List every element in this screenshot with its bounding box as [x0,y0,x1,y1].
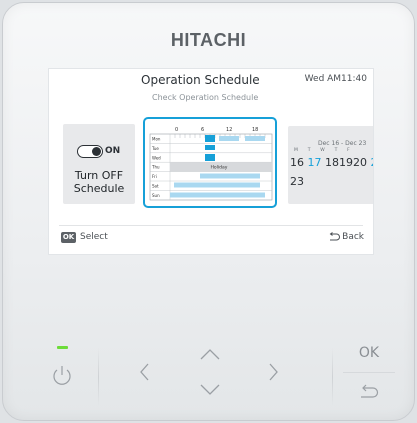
up-arrow-button[interactable] [197,343,223,365]
hour-label: 0 [175,127,178,133]
back-hint-label: Back [342,232,364,242]
button-divider-right [332,348,333,406]
turn-off-schedule-line2: Schedule [73,182,125,195]
day-label: Thu [151,165,160,170]
day-label: Sat [152,184,159,189]
chevron-down-icon [200,384,220,395]
hour-label: 18 [252,127,258,133]
schedule-block-mon-2 [245,136,265,141]
return-icon [361,384,379,398]
calendar-date: 23 [290,175,304,188]
power-button[interactable] [47,360,77,390]
schedule-block-tue [205,145,215,150]
ok-badge: OK [61,232,76,243]
select-hint-label: Select [80,232,108,242]
remote-controller: HITACHI Operation Schedule Check Operati… [2,2,415,421]
calendar-date: 19 [339,156,353,169]
schedule-block-sat [174,182,260,188]
lcd-screen: Operation Schedule Check Operation Sched… [49,69,373,254]
ok-button-label: OK [358,345,380,361]
back-arrow-icon [329,232,341,241]
schedule-block-mon-1 [219,136,239,141]
schedule-block-mon-main [205,135,215,142]
datetime-display: Wed AM11:40 [304,74,367,84]
calendar-tile[interactable]: Dec 16 - Dec 23 M T W T F 16 17 181920 2… [288,126,373,204]
hour-label: 12 [226,127,232,133]
back-hint: Back [328,231,364,243]
calendar-dates-row: 16 17 181920 2 [290,156,373,169]
calendar-range: Dec 16 - Dec 23 [318,140,367,147]
chevron-right-icon [269,363,278,381]
calendar-date: 20 [353,156,367,169]
turn-off-schedule-label: Turn OFF Schedule [63,169,135,195]
day-label: Sun [152,193,160,198]
button-divider-left [98,348,99,406]
back-button[interactable] [357,382,381,402]
calendar-date: 18 [325,156,339,169]
day-label: Mon [152,137,161,142]
toggle-switch-icon[interactable] [77,145,103,158]
calendar-weekdays: M T W T F [294,148,354,153]
holiday-label: Holiday [211,165,228,171]
footer-divider [59,225,363,226]
day-label: Wed [152,155,161,160]
calendar-date: 16 [290,156,304,169]
schedule-block-fri [200,173,260,179]
chevron-left-icon [140,363,149,381]
down-arrow-button[interactable] [197,379,223,401]
weekly-schedule-grid: 0 6 12 18 Mon Tue Wed Thu Fri Sat Sun Ho… [149,127,273,201]
calendar-date-today: 17 [307,156,322,169]
schedule-block-wed [205,154,215,161]
turn-off-schedule-tile[interactable]: ON Turn OFF Schedule [63,124,135,204]
turn-off-schedule-line1: Turn OFF [74,169,124,182]
power-icon [53,366,71,385]
hour-label: 6 [201,127,204,133]
day-label: Tue [151,146,159,151]
ok-button[interactable]: OK [349,345,389,365]
ok-back-separator [343,372,395,373]
page-subtitle: Check Operation Schedule [152,93,259,102]
calendar-date: 2 [371,156,374,169]
power-led [57,346,68,349]
chevron-up-icon [200,349,220,360]
right-arrow-button[interactable] [261,360,285,384]
weekly-schedule-tile[interactable]: 0 6 12 18 Mon Tue Wed Thu Fri Sat Sun Ho… [143,117,277,208]
day-label: Fri [152,174,157,179]
toggle-state-label: ON [105,146,121,156]
schedule-block-sun [170,192,265,198]
page-title: Operation Schedule [141,73,260,87]
brand-logo: HITACHI [170,30,247,50]
left-arrow-button[interactable] [133,360,157,384]
